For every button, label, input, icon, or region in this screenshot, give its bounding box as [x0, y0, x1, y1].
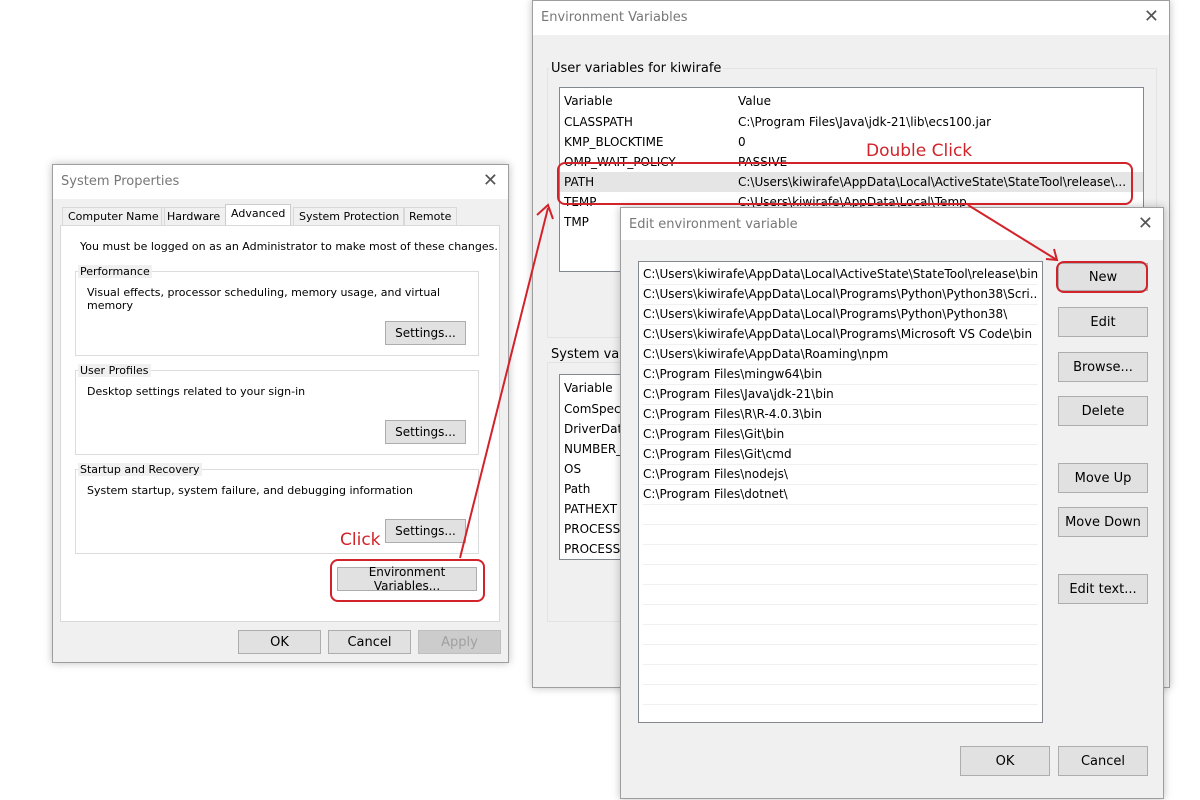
performance-title: Performance [78, 265, 152, 278]
empty-row [643, 584, 1038, 605]
empty-row [643, 564, 1038, 585]
column-header-variable[interactable]: Variable [564, 91, 613, 111]
cancel-button[interactable]: Cancel [328, 630, 411, 654]
empty-row [643, 624, 1038, 645]
edit-button[interactable]: Edit [1058, 307, 1148, 337]
list-item[interactable]: NUMBER_ [560, 439, 629, 459]
var-name: KMP_BLOCKTIME [564, 135, 664, 149]
list-item[interactable]: C:\Program Files\Java\jdk-21\bin [643, 384, 1038, 405]
list-item[interactable]: PROCESSO [560, 539, 629, 559]
empty-row [643, 524, 1038, 545]
user-profiles-settings-button[interactable]: Settings... [385, 420, 466, 444]
list-item[interactable]: C:\Program Files\R\R-4.0.3\bin [643, 404, 1038, 425]
tab-remote[interactable]: Remote [403, 207, 458, 225]
list-item[interactable]: PATHEXT [560, 499, 629, 519]
list-item[interactable]: Path [560, 479, 629, 499]
window-title: Edit environment variable [629, 217, 798, 232]
list-item[interactable]: PROCESSO [560, 519, 629, 539]
move-down-button[interactable]: Move Down [1058, 507, 1148, 537]
double-click-annotation: Double Click [866, 141, 973, 161]
env-button-highlight [330, 559, 485, 602]
var-value: 0 [738, 135, 746, 149]
performance-desc: Visual effects, processor scheduling, me… [87, 286, 441, 312]
empty-row [643, 544, 1038, 565]
startup-recovery-desc: System startup, system failure, and debu… [87, 484, 413, 497]
list-item[interactable]: OS [560, 459, 629, 479]
list-item[interactable]: C:\Users\kiwirafe\AppData\Local\Programs… [643, 324, 1038, 345]
list-item[interactable]: CLASSPATH C:\Program Files\Java\jdk-21\l… [560, 112, 1143, 132]
window-title: System Properties [61, 174, 180, 189]
close-icon[interactable]: ✕ [1138, 213, 1153, 234]
tab-computer-name[interactable]: Computer Name [62, 207, 165, 225]
cancel-button[interactable]: Cancel [1058, 746, 1148, 776]
ok-button[interactable]: OK [960, 746, 1050, 776]
list-item[interactable]: KMP_BLOCKTIME 0 [560, 132, 1143, 152]
empty-row [643, 604, 1038, 625]
list-item[interactable]: C:\Users\kiwirafe\AppData\Roaming\npm [643, 344, 1038, 365]
click-annotation: Click [340, 530, 381, 550]
startup-settings-button[interactable]: Settings... [385, 519, 466, 543]
list-item[interactable]: C:\Program Files\nodejs\ [643, 464, 1038, 485]
list-item[interactable]: C:\Program Files\dotnet\ [643, 484, 1038, 505]
list-item[interactable]: C:\Users\kiwirafe\AppData\Local\ActiveSt… [643, 264, 1038, 285]
performance-settings-button[interactable]: Settings... [385, 321, 466, 345]
system-variables-title: System vari [551, 347, 629, 362]
path-entries-list[interactable]: C:\Users\kiwirafe\AppData\Local\ActiveSt… [638, 261, 1043, 723]
list-item[interactable]: C:\Program Files\Git\bin [643, 424, 1038, 445]
close-icon[interactable]: ✕ [483, 170, 498, 191]
ok-button[interactable]: OK [238, 630, 321, 654]
var-name: TMP [564, 215, 589, 229]
empty-row [643, 664, 1038, 685]
title-bar: Edit environment variable ✕ [621, 208, 1163, 240]
admin-note: You must be logged on as an Administrato… [80, 240, 498, 253]
title-bar: System Properties ✕ [53, 165, 508, 199]
var-name: CLASSPATH [564, 115, 633, 129]
list-item[interactable]: C:\Users\kiwirafe\AppData\Local\Programs… [643, 284, 1038, 305]
path-row-highlight [557, 162, 1133, 205]
window-title: Environment Variables [541, 10, 688, 25]
column-header-value[interactable]: Value [738, 91, 771, 111]
list-item[interactable]: DriverData [560, 419, 629, 439]
user-profiles-title: User Profiles [78, 364, 151, 377]
startup-recovery-title: Startup and Recovery [78, 463, 202, 476]
empty-row [643, 644, 1038, 665]
tab-system-protection[interactable]: System Protection [293, 207, 406, 225]
move-up-button[interactable]: Move Up [1058, 463, 1148, 493]
new-button-highlight [1056, 261, 1148, 293]
tab-hardware[interactable]: Hardware [161, 207, 227, 225]
list-header: Variable [560, 378, 629, 398]
edit-text-button[interactable]: Edit text... [1058, 574, 1148, 604]
browse-button[interactable]: Browse... [1058, 352, 1148, 382]
user-profiles-desc: Desktop settings related to your sign-in [87, 385, 306, 398]
close-icon[interactable]: ✕ [1144, 6, 1159, 27]
empty-row [643, 504, 1038, 525]
user-variables-title: User variables for kiwirafe [549, 61, 724, 76]
system-variables-list[interactable]: Variable ComSpec DriverData NUMBER_ OS P… [559, 374, 629, 560]
list-item[interactable]: C:\Program Files\Git\cmd [643, 444, 1038, 465]
list-item[interactable]: C:\Users\kiwirafe\AppData\Local\Programs… [643, 304, 1038, 325]
list-item[interactable]: C:\Program Files\mingw64\bin [643, 364, 1038, 385]
var-value: C:\Program Files\Java\jdk-21\lib\ecs100.… [738, 115, 992, 129]
apply-button[interactable]: Apply [418, 630, 501, 654]
column-header-variable[interactable]: Variable [564, 378, 613, 398]
empty-row [643, 684, 1038, 705]
list-item[interactable]: ComSpec [560, 399, 629, 419]
tab-advanced[interactable]: Advanced [225, 204, 292, 226]
title-bar: Environment Variables ✕ [533, 1, 1169, 35]
list-header: Variable Value [560, 91, 1143, 111]
delete-button[interactable]: Delete [1058, 396, 1148, 426]
